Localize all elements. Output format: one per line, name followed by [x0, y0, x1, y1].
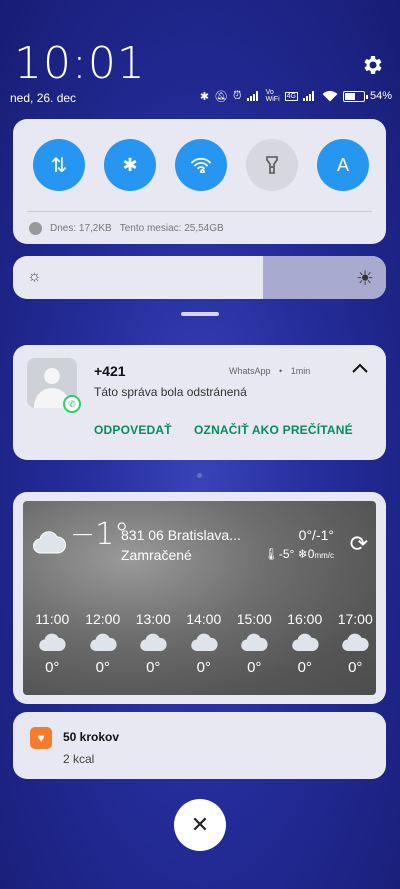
- hour-forecast: 11:00 0°: [27, 611, 78, 676]
- divider: [27, 211, 372, 212]
- whatsapp-notification[interactable]: ✆ +421 WhatsApp • 1min Táto správa bola …: [13, 345, 386, 460]
- status-bar-icons: ✱ 🔕︎ ⏰︎ Vo WiFi 4G 54%: [200, 89, 392, 103]
- hour-forecast: 15:00 0°: [229, 611, 280, 676]
- notification-sender: +421: [94, 363, 126, 379]
- cloud-icon: [39, 633, 66, 652]
- wifi-icon: [191, 157, 211, 173]
- dnd-icon: 🔕︎: [214, 90, 229, 103]
- mobile-data-toggle[interactable]: ⇅: [33, 139, 85, 191]
- hour-temp: 0°: [297, 659, 312, 676]
- close-icon: ✕: [190, 812, 210, 837]
- weather-condition: Zamračené: [121, 547, 192, 563]
- hourly-forecast: 11:00 0° 12:00 0° 13:00 0° 14:00 0° 15:0…: [27, 611, 376, 676]
- notification-age: 1min: [290, 366, 311, 376]
- notification-message: Táto správa bola odstránená: [94, 385, 247, 399]
- feels-like: -5°: [278, 547, 295, 561]
- flashlight-icon: [266, 156, 278, 174]
- alarm-icon: ⏰︎: [233, 89, 242, 102]
- battery-icon: [342, 90, 368, 102]
- battery-percent: 54%: [369, 90, 392, 102]
- date-label: ned, 26. dec: [10, 91, 77, 105]
- steps-title: 50 krokov: [63, 730, 120, 744]
- quick-settings-panel: ⇅ ✱ A Dnes: 17,2KB Tento mesiac: 25,54GB: [13, 119, 386, 244]
- hour-temp: 0°: [45, 659, 60, 676]
- reply-button[interactable]: ODPOVEDAŤ: [94, 423, 172, 437]
- clear-all-button[interactable]: ✕: [174, 799, 226, 851]
- clock: 10:01: [14, 38, 146, 89]
- cloud-icon: [342, 633, 369, 652]
- wind-icon: ❄: [297, 547, 308, 561]
- brightness-slider[interactable]: ☼ ☀: [13, 256, 386, 299]
- hour-forecast: 14:00 0°: [179, 611, 230, 676]
- data-today: Dnes: 17,2KB: [50, 223, 112, 234]
- weather-widget[interactable]: −1° 831 06 Bratislava... Zamračené 0°/-1…: [13, 492, 386, 704]
- bluetooth-icon: ✱: [199, 90, 210, 103]
- hour-time: 16:00: [287, 611, 323, 627]
- hour-temp: 0°: [247, 659, 262, 676]
- weather-location: 831 06 Bratislava...: [121, 527, 241, 543]
- refresh-icon[interactable]: ⟳: [350, 531, 368, 557]
- wifi-icon: [322, 90, 338, 102]
- signal-icon: [246, 91, 261, 101]
- bluetooth-toggle[interactable]: ✱: [104, 139, 156, 191]
- hour-temp: 0°: [95, 659, 110, 676]
- volte-icon: 4G: [284, 91, 298, 101]
- cloud-icon: [89, 633, 117, 652]
- hour-time: 13:00: [135, 611, 171, 627]
- data-usage[interactable]: Dnes: 17,2KB Tento mesiac: 25,54GB: [29, 222, 224, 235]
- whatsapp-icon: ✆: [63, 395, 81, 413]
- quick-settings-tiles: ⇅ ✱ A: [33, 139, 369, 191]
- cloud-icon: [291, 633, 319, 652]
- weather-card: −1° 831 06 Bratislava... Zamračené 0°/-1…: [23, 501, 376, 695]
- notification-meta: WhatsApp • 1min: [229, 366, 310, 376]
- chevron-up-icon[interactable]: [352, 363, 368, 373]
- vowifi-icon: Vo WiFi: [265, 89, 280, 103]
- mark-read-button[interactable]: OZNAČIŤ AKO PREČÍTANÉ: [194, 423, 353, 437]
- hour-temp: 0°: [348, 659, 363, 676]
- meta-separator: •: [279, 366, 283, 376]
- hour-forecast: 16:00 0°: [280, 611, 331, 676]
- hour-time: 12:00: [85, 611, 121, 627]
- health-icon: ♥: [30, 727, 52, 749]
- feels-like-icon: 🌡︎: [263, 547, 279, 561]
- cloud-icon: [140, 633, 167, 652]
- hour-time: 15:00: [236, 611, 272, 627]
- auto-brightness-toggle[interactable]: A: [317, 139, 369, 191]
- mobile-data-icon: ⇅: [50, 154, 68, 177]
- temperature-range: 0°/-1°: [298, 527, 334, 543]
- data-usage-icon: [29, 222, 42, 235]
- weather-details: 🌡︎-5° ❄0mm/c: [264, 547, 334, 561]
- hour-temp: 0°: [146, 659, 161, 676]
- hour-forecast: 13:00 0°: [128, 611, 179, 676]
- wifi-toggle[interactable]: [175, 139, 227, 191]
- flashlight-toggle[interactable]: [246, 139, 298, 191]
- brightness-high-icon: ☀: [356, 268, 374, 290]
- wind-unit: mm/c: [314, 551, 334, 560]
- hour-forecast: 12:00 0°: [78, 611, 129, 676]
- settings-gear-icon[interactable]: [360, 53, 384, 77]
- cloud-icon: [241, 633, 268, 652]
- hour-time: 17:00: [337, 611, 373, 627]
- hour-time: 11:00: [35, 611, 70, 627]
- panel-drag-handle[interactable]: [181, 312, 219, 316]
- brightness-low-icon: ☼: [27, 268, 42, 285]
- hour-forecast: 17:00 0°: [330, 611, 376, 676]
- hour-temp: 0°: [196, 659, 211, 676]
- auto-brightness-icon: A: [336, 154, 349, 175]
- bluetooth-icon: ✱: [122, 154, 138, 175]
- hour-time: 14:00: [186, 611, 222, 627]
- cloud-icon: [33, 531, 66, 554]
- notification-app: WhatsApp: [229, 366, 271, 376]
- steps-notification[interactable]: ♥ 50 krokov 2 kcal: [13, 712, 386, 779]
- signal2-icon: [302, 91, 317, 101]
- page-indicator-dot: [197, 473, 202, 478]
- cloud-icon: [190, 633, 218, 652]
- data-month: Tento mesiac: 25,54GB: [119, 223, 224, 234]
- steps-subtitle: 2 kcal: [63, 752, 95, 766]
